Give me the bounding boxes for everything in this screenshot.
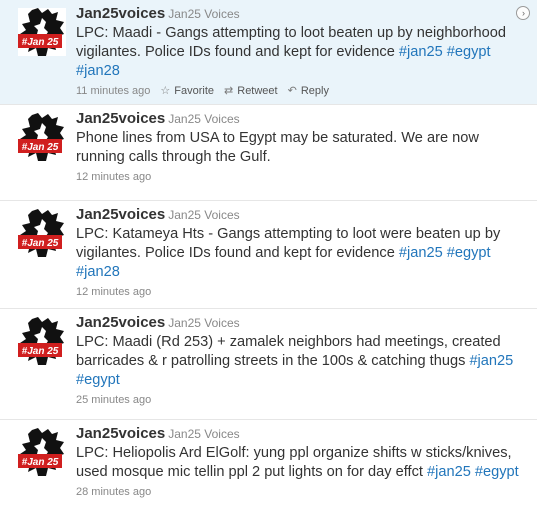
tweet-header: Jan25voices Jan25 Voices [76,109,527,129]
tweet-header: Jan25voices Jan25 Voices [76,424,527,444]
svg-text:#Jan 25: #Jan 25 [22,457,59,468]
hashtag-link[interactable]: #jan25 [399,44,443,60]
tweet[interactable]: #Jan 25 Jan25voices Jan25 Voices Phone line… [0,105,537,201]
hashtag-link[interactable]: #egypt [475,464,519,480]
full-name: Jan25 Voices [168,112,240,126]
timestamp-link[interactable]: 12 minutes ago [76,169,151,185]
tweet[interactable]: #Jan 25 Jan25voices Jan25 Voices LPC: Katam… [0,201,537,309]
star-icon: ☆ [160,85,171,97]
full-name: Jan25 Voices [168,427,240,441]
reply-label: Reply [300,85,329,97]
hashtag-link[interactable]: #egypt [76,372,120,388]
tweet-header: Jan25voices Jan25 Voices [76,313,527,333]
chevron-right-icon: › [522,7,525,18]
hashtag-link[interactable]: #jan25 [427,464,471,480]
tweet-header: Jan25voices Jan25 Voices [76,205,527,225]
tweet[interactable]: #Jan 25 Jan25voices Jan25 Voices LPC: Maadi… [0,0,537,105]
tweet-text: Phone lines from USA to Egypt may be sat… [76,129,527,167]
tweet-meta: 12 minutes ago [76,169,527,185]
tweet[interactable]: #Jan 25 Jan25voices Jan25 Voices LPC: Helio… [0,420,537,509]
full-name: Jan25 Voices [168,7,240,21]
hashtag-link[interactable]: #jan28 [76,63,120,79]
hashtag-link[interactable]: #jan28 [76,264,120,280]
favorite-label: Favorite [174,85,215,97]
screen-name[interactable]: Jan25voices [76,425,165,442]
favorite-button[interactable]: ☆ Favorite [160,83,214,99]
svg-text:#Jan 25: #Jan 25 [22,37,59,48]
timeline: #Jan 25 Jan25voices Jan25 Voices LPC: Maadi… [0,0,537,509]
svg-text:#Jan 25: #Jan 25 [22,238,59,249]
avatar[interactable]: #Jan 25 [18,113,66,161]
tweet[interactable]: #Jan 25 Jan25voices Jan25 Voices LPC: Maadi… [0,309,537,420]
timestamp-link[interactable]: 11 minutes ago [76,83,150,99]
hashtag-link[interactable]: #jan25 [399,245,443,261]
tweet-meta: 25 minutes ago [76,392,527,408]
full-name: Jan25 Voices [168,208,240,222]
retweet-button[interactable]: ⇄ Retweet [224,83,278,99]
tweet-meta: 28 minutes ago [76,484,527,500]
svg-text:#Jan 25: #Jan 25 [22,346,59,357]
screen-name[interactable]: Jan25voices [76,206,165,223]
retweet-icon: ⇄ [224,85,234,97]
hashtag-link[interactable]: #egypt [447,44,491,60]
tweet-meta: 11 minutes ago ☆ Favorite ⇄ Retweet ↶ Reply [76,83,527,99]
avatar[interactable]: #Jan 25 [18,209,66,257]
tweet-text: LPC: Heliopolis Ard ElGolf: yung ppl org… [76,444,527,482]
reply-button[interactable]: ↶ Reply [288,83,329,99]
timestamp-link[interactable]: 25 minutes ago [76,392,151,408]
tweet-header: Jan25voices Jan25 Voices [76,4,527,24]
svg-text:#Jan 25: #Jan 25 [22,142,59,153]
tweet-text: LPC: Maadi - Gangs attempting to loot be… [76,24,527,81]
timestamp-link[interactable]: 28 minutes ago [76,484,151,500]
screen-name[interactable]: Jan25voices [76,314,165,331]
tweet-text-segment: Phone lines from USA to Egypt may be sat… [76,130,479,165]
tweet-text: LPC: Katameya Hts - Gangs attempting to … [76,225,527,282]
avatar[interactable]: #Jan 25 [18,8,66,56]
tweet-text-segment: LPC: Maadi (Rd 253) + zamalek neighbors … [76,334,501,369]
retweet-label: Retweet [237,85,278,97]
reply-icon: ↶ [287,85,297,97]
timestamp-link[interactable]: 12 minutes ago [76,284,151,300]
avatar[interactable]: #Jan 25 [18,428,66,476]
expand-tweet-button[interactable]: › [516,6,530,20]
avatar[interactable]: #Jan 25 [18,317,66,365]
full-name: Jan25 Voices [168,316,240,330]
hashtag-link[interactable]: #jan25 [469,353,513,369]
hashtag-link[interactable]: #egypt [447,245,491,261]
tweet-meta: 12 minutes ago [76,284,527,300]
screen-name[interactable]: Jan25voices [76,110,165,127]
screen-name[interactable]: Jan25voices [76,5,165,22]
tweet-text: LPC: Maadi (Rd 253) + zamalek neighbors … [76,333,527,390]
